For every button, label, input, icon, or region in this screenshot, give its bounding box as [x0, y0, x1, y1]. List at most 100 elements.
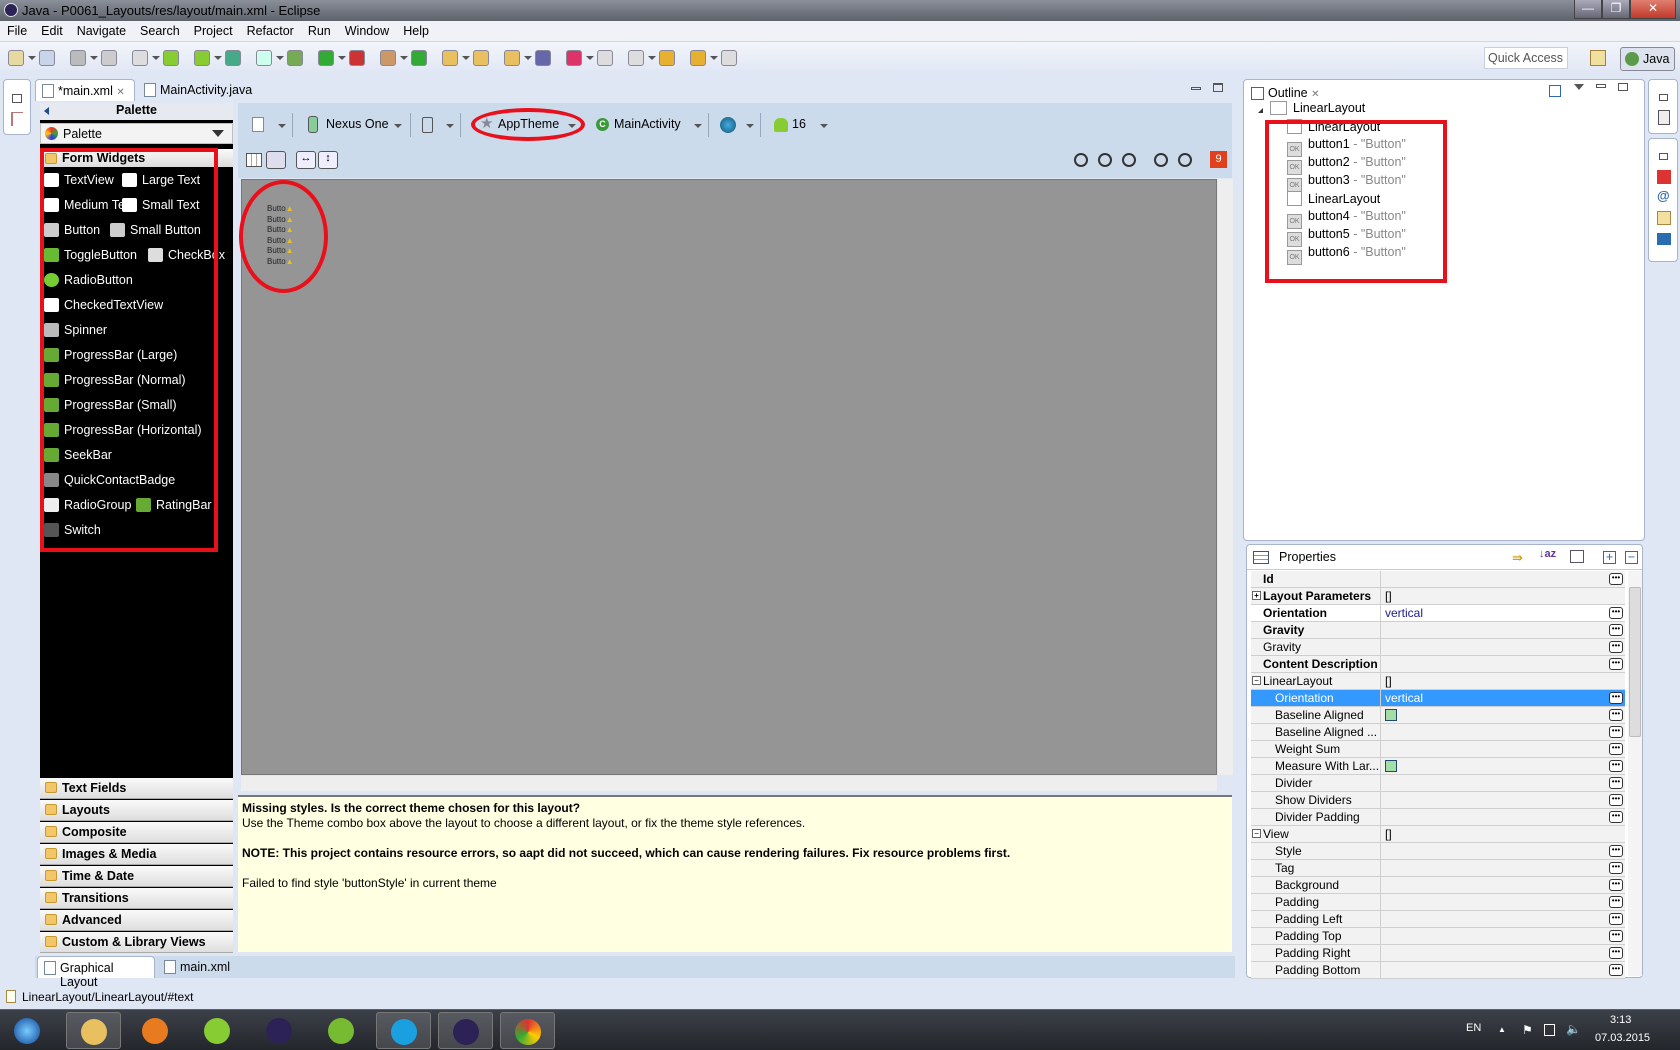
property-row-padding-bottom[interactable]: Padding Bottom •••	[1251, 962, 1625, 979]
edit-ellipsis-button[interactable]: •••	[1609, 947, 1623, 959]
expander-icon[interactable]: −	[1252, 829, 1261, 838]
toolbar-button-icon[interactable]	[70, 50, 86, 66]
edit-ellipsis-button[interactable]: •••	[1609, 964, 1623, 976]
property-row-padding-top[interactable]: Padding Top •••	[1251, 928, 1625, 945]
palette-item-seekbar[interactable]: SeekBar	[44, 448, 112, 462]
palette-item-radiogroup[interactable]: RadioGroup	[44, 498, 131, 512]
chevron-down-icon[interactable]	[400, 56, 408, 60]
taskbar-eclipse-active[interactable]	[438, 1012, 493, 1049]
property-row-style[interactable]: Style •••	[1251, 843, 1625, 860]
expander-icon[interactable]: −	[1252, 676, 1261, 685]
taskbar-utorrent[interactable]	[314, 1012, 369, 1049]
outline-item-linearlayout[interactable]: LinearLayout	[1287, 191, 1380, 206]
property-row-orientation[interactable]: Orientation vertical •••	[1251, 690, 1625, 707]
chevron-down-icon[interactable]	[462, 56, 470, 60]
property-row-padding[interactable]: Padding •••	[1251, 894, 1625, 911]
palette-item-radiobutton[interactable]: RadioButton	[44, 273, 133, 287]
tab-main-xml-source[interactable]: main.xml	[158, 956, 238, 978]
property-value[interactable]: []	[1385, 674, 1392, 688]
theme-dropdown[interactable]: ★ AppTheme	[476, 115, 576, 135]
category-transitions[interactable]: Transitions	[40, 888, 233, 909]
expand-all-icon[interactable]: +	[1603, 551, 1616, 564]
palette-item-togglebutton[interactable]: ToggleButton	[44, 248, 137, 262]
category-text-fields[interactable]: Text Fields	[40, 778, 233, 799]
edit-ellipsis-button[interactable]: •••	[1609, 896, 1623, 908]
edit-ellipsis-button[interactable]: •••	[1609, 607, 1623, 619]
edit-ellipsis-button[interactable]: •••	[1609, 573, 1623, 585]
property-row-gravity[interactable]: Gravity •••	[1251, 622, 1625, 639]
language-indicator[interactable]: EN	[1466, 1022, 1481, 1034]
property-value[interactable]	[1385, 708, 1397, 722]
menu-run[interactable]: Run	[301, 21, 338, 38]
layout-vertical-icon[interactable]	[266, 151, 286, 169]
view-menu-icon[interactable]	[1574, 84, 1584, 90]
palette-item-textview[interactable]: TextView	[44, 173, 114, 187]
edit-ellipsis-button[interactable]: •••	[1609, 658, 1623, 670]
chevron-down-icon[interactable]	[746, 124, 754, 128]
chevron-down-icon[interactable]	[278, 124, 286, 128]
property-row-orientation[interactable]: Orientation vertical •••	[1251, 605, 1625, 622]
close-tab-icon[interactable]: ✕	[116, 87, 124, 98]
palette-item-button[interactable]: Button	[44, 223, 100, 237]
property-row-tag[interactable]: Tag •••	[1251, 860, 1625, 877]
toolbar-button-icon[interactable]	[256, 50, 272, 66]
taskbar-eclipse[interactable]	[252, 1012, 307, 1049]
javadoc-icon[interactable]: @	[1657, 188, 1670, 203]
globe-icon[interactable]	[720, 117, 736, 133]
toolbar-button-icon[interactable]	[504, 50, 520, 66]
property-row-linearlayout[interactable]: − LinearLayout []	[1251, 673, 1625, 690]
chevron-down-icon[interactable]	[28, 56, 36, 60]
quick-access-input[interactable]: Quick Access	[1484, 47, 1568, 69]
sort-alphabetical-icon[interactable]: ↓az	[1539, 548, 1556, 560]
chevron-down-icon[interactable]	[90, 56, 98, 60]
palette-item-spinner[interactable]: Spinner	[44, 323, 107, 337]
palette-item-progressbar-horizontal[interactable]: ProgressBar (Horizontal)	[44, 423, 202, 437]
property-row-padding-right[interactable]: Padding Right •••	[1251, 945, 1625, 962]
chevron-down-icon[interactable]	[276, 56, 284, 60]
category-layouts[interactable]: Layouts	[40, 800, 233, 821]
maximize-button[interactable]: ❐	[1602, 0, 1630, 19]
restore-defaults-icon[interactable]	[1570, 550, 1584, 563]
layout-canvas[interactable]: Butto▲ Butto▲ Butto▲ Butto▲ Butto▲ Butto▲	[241, 179, 1217, 775]
open-perspective-icon[interactable]	[1590, 50, 1606, 66]
property-value[interactable]: vertical	[1385, 691, 1423, 705]
category-time-date[interactable]: Time & Date	[40, 866, 233, 887]
tab-graphical-layout[interactable]: Graphical Layout	[37, 956, 155, 989]
toolbar-button-icon[interactable]	[39, 50, 55, 66]
chevron-down-icon[interactable]	[524, 56, 532, 60]
property-row-gravity[interactable]: Gravity •••	[1251, 639, 1625, 656]
chevron-down-icon[interactable]	[820, 124, 828, 128]
outline-item-button5[interactable]: OK button5 - "Button"	[1287, 227, 1406, 247]
chevron-down-icon[interactable]	[338, 56, 346, 60]
error-count-badge[interactable]: 9	[1210, 151, 1227, 168]
edit-ellipsis-button[interactable]: •••	[1609, 879, 1623, 891]
api-level-dropdown[interactable]: 16	[770, 115, 810, 135]
toolbar-button-icon[interactable]	[349, 50, 365, 66]
taskbar-explorer[interactable]	[66, 1012, 121, 1049]
edit-ellipsis-button[interactable]: •••	[1609, 930, 1623, 942]
toolbar-button-icon[interactable]	[8, 50, 24, 66]
outline-item-button4[interactable]: OK button4 - "Button"	[1287, 209, 1406, 229]
edit-ellipsis-button[interactable]: •••	[1609, 862, 1623, 874]
expand-arrow-icon[interactable]	[1258, 108, 1263, 113]
clock-date[interactable]: 07.03.2015	[1595, 1032, 1650, 1044]
restore-icon[interactable]	[1659, 94, 1668, 101]
property-row-id[interactable]: Id •••	[1251, 571, 1625, 588]
checkbox-icon[interactable]	[1385, 760, 1397, 772]
property-row-layout-parameters[interactable]: + Layout Parameters []	[1251, 588, 1625, 605]
property-row-divider-padding[interactable]: Divider Padding •••	[1251, 809, 1625, 826]
collapse-all-icon[interactable]	[1549, 85, 1561, 97]
property-row-divider[interactable]: Divider •••	[1251, 775, 1625, 792]
fill-width-icon[interactable]: ↔	[296, 151, 316, 169]
toolbar-button-icon[interactable]	[597, 50, 613, 66]
taskbar-start[interactable]	[0, 1012, 55, 1049]
menu-refactor[interactable]: Refactor	[240, 21, 301, 38]
category-composite[interactable]: Composite	[40, 822, 233, 843]
tray-arrow-icon[interactable]: ▲	[1498, 1025, 1506, 1034]
edit-ellipsis-button[interactable]: •••	[1609, 845, 1623, 857]
edit-ellipsis-button[interactable]: •••	[1609, 743, 1623, 755]
canvas-button[interactable]: Butto▲	[267, 257, 294, 266]
category-form-widgets[interactable]: Form Widgets	[40, 149, 233, 167]
toolbar-button-icon[interactable]	[163, 50, 179, 66]
maximize-editor-icon[interactable]	[1213, 83, 1223, 92]
